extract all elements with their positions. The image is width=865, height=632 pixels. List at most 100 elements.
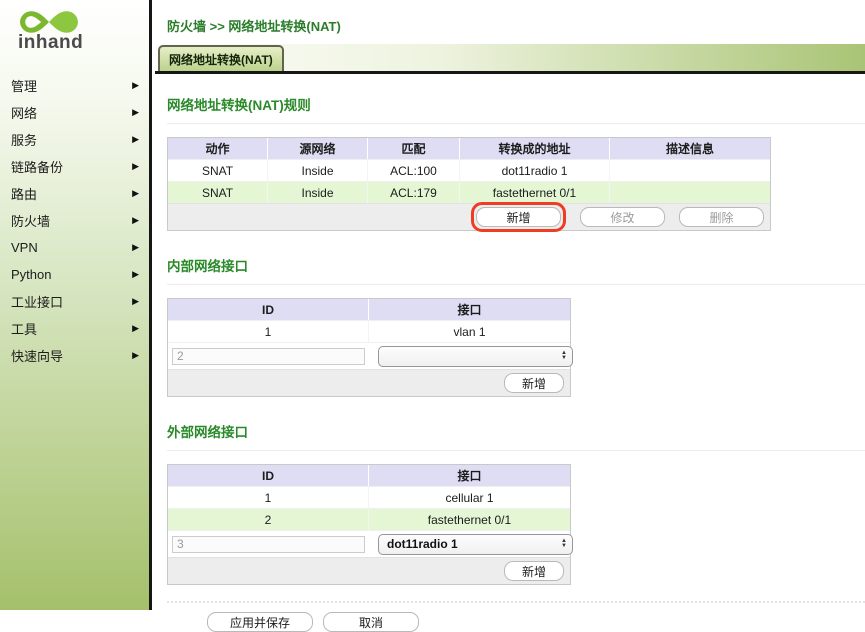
footer-actions: 应用并保存 取消: [167, 603, 865, 632]
col-header-source-network: 源网络: [268, 138, 368, 159]
external-actions-row: 新增: [168, 557, 570, 584]
cell-match: ACL:100: [368, 160, 460, 181]
cancel-button[interactable]: 取消: [323, 612, 419, 632]
cell-interface: fastethernet 0/1: [369, 509, 570, 530]
table-header-row: ID 接口: [168, 465, 570, 486]
apply-save-button[interactable]: 应用并保存: [207, 612, 313, 632]
cell-id: 1: [168, 487, 369, 508]
content-panel: 网络地址转换(NAT)规则 动作 源网络 匹配 转换成的地址 描述信息 SNAT…: [155, 74, 865, 632]
sidebar-item-label: 防火墙: [11, 211, 50, 230]
sidebar-item-label: Python: [11, 267, 51, 282]
sidebar-item-label: 路由: [11, 184, 37, 203]
table-header-row: 动作 源网络 匹配 转换成的地址 描述信息: [168, 138, 770, 159]
cell-translated: fastethernet 0/1: [460, 182, 610, 203]
col-header-id: ID: [168, 299, 369, 320]
sidebar-item-label: 工具: [11, 319, 37, 338]
cell-description: [610, 182, 770, 203]
cell-id: 2: [168, 509, 369, 530]
sidebar-item-network[interactable]: 网络 ▶: [0, 99, 149, 126]
tab-strip: 网络地址转换(NAT): [155, 44, 865, 74]
add-button-highlight-annotation: 新增: [471, 202, 566, 232]
external-add-button[interactable]: 新增: [504, 561, 564, 581]
sidebar-item-link-backup[interactable]: 链路备份 ▶: [0, 153, 149, 180]
chevron-right-icon: ▶: [132, 188, 139, 199]
sidebar-item-label: VPN: [11, 240, 38, 255]
col-header-translated-address: 转换成的地址: [460, 138, 610, 159]
table-row[interactable]: 1 cellular 1: [168, 486, 570, 508]
col-header-interface: 接口: [369, 465, 570, 486]
tab-nat[interactable]: 网络地址转换(NAT): [158, 45, 284, 71]
inhand-logo: inhand: [0, 0, 120, 54]
sidebar: inhand 管理 ▶ 网络 ▶ 服务 ▶ 链路备份 ▶ 路由 ▶ 防火墙 ▶ …: [0, 0, 152, 610]
sidebar-item-vpn[interactable]: VPN ▶: [0, 234, 149, 261]
table-row[interactable]: 1 vlan 1: [168, 320, 570, 342]
sidebar-item-label: 工业接口: [11, 292, 63, 311]
select-value: dot11radio 1: [387, 537, 458, 551]
internal-interfaces-table: ID 接口 1 vlan 1 ▲▼: [167, 298, 571, 397]
internal-add-button[interactable]: 新增: [504, 373, 564, 393]
external-new-entry-row: dot11radio 1 ▲▼: [168, 530, 570, 557]
col-header-interface: 接口: [369, 299, 570, 320]
cell-translated: dot11radio 1: [460, 160, 610, 181]
col-header-action: 动作: [168, 138, 268, 159]
select-stepper-icon: ▲▼: [561, 539, 567, 549]
table-header-row: ID 接口: [168, 299, 570, 320]
nat-add-button[interactable]: 新增: [476, 207, 561, 227]
nat-modify-button[interactable]: 修改: [580, 207, 665, 227]
sidebar-item-firewall[interactable]: 防火墙 ▶: [0, 207, 149, 234]
internal-id-input[interactable]: [172, 348, 365, 365]
sidebar-item-label: 链路备份: [11, 157, 63, 176]
sidebar-item-services[interactable]: 服务 ▶: [0, 126, 149, 153]
nat-actions-row: 新增 修改 删除: [168, 203, 770, 230]
nat-rules-table: 动作 源网络 匹配 转换成的地址 描述信息 SNAT Inside ACL:10…: [167, 137, 771, 231]
sidebar-item-label: 快速向导: [11, 346, 63, 365]
brand-name: inhand: [18, 32, 120, 54]
external-interfaces-title: 外部网络接口: [167, 421, 865, 451]
sidebar-menu: 管理 ▶ 网络 ▶ 服务 ▶ 链路备份 ▶ 路由 ▶ 防火墙 ▶ VPN ▶ P…: [0, 72, 149, 369]
sidebar-item-python[interactable]: Python ▶: [0, 261, 149, 288]
cell-source: Inside: [268, 160, 368, 181]
internal-actions-row: 新增: [168, 369, 570, 396]
sidebar-item-routing[interactable]: 路由 ▶: [0, 180, 149, 207]
cell-interface: cellular 1: [369, 487, 570, 508]
sidebar-item-label: 网络: [11, 103, 37, 122]
chevron-right-icon: ▶: [132, 134, 139, 145]
nat-delete-button[interactable]: 删除: [679, 207, 764, 227]
select-stepper-icon: ▲▼: [561, 351, 567, 361]
sidebar-item-industrial-interface[interactable]: 工业接口 ▶: [0, 288, 149, 315]
cell-source: Inside: [268, 182, 368, 203]
cell-interface: vlan 1: [369, 321, 570, 342]
chevron-right-icon: ▶: [132, 161, 139, 172]
sidebar-item-management[interactable]: 管理 ▶: [0, 72, 149, 99]
table-row[interactable]: 2 fastethernet 0/1: [168, 508, 570, 530]
breadcrumb: 防火墙 >> 网络地址转换(NAT): [155, 0, 865, 35]
chevron-right-icon: ▶: [132, 242, 139, 253]
internal-interfaces-title: 内部网络接口: [167, 255, 865, 285]
cell-action: SNAT: [168, 182, 268, 203]
external-id-input[interactable]: [172, 536, 365, 553]
sidebar-item-quick-wizard[interactable]: 快速向导 ▶: [0, 342, 149, 369]
chevron-right-icon: ▶: [132, 296, 139, 307]
chevron-right-icon: ▶: [132, 215, 139, 226]
col-header-description: 描述信息: [610, 138, 770, 159]
external-interfaces-table: ID 接口 1 cellular 1 2 fastethernet 0/1 do…: [167, 464, 571, 585]
col-header-id: ID: [168, 465, 369, 486]
chevron-right-icon: ▶: [132, 269, 139, 280]
chevron-right-icon: ▶: [132, 323, 139, 334]
main-area: 防火墙 >> 网络地址转换(NAT) 网络地址转换(NAT) 网络地址转换(NA…: [155, 0, 865, 610]
table-row[interactable]: SNAT Inside ACL:179 fastethernet 0/1: [168, 181, 770, 203]
col-header-match: 匹配: [368, 138, 460, 159]
nat-rules-title: 网络地址转换(NAT)规则: [167, 94, 865, 124]
chevron-right-icon: ▶: [132, 80, 139, 91]
chevron-right-icon: ▶: [132, 107, 139, 118]
internal-interface-select[interactable]: ▲▼: [378, 346, 573, 367]
chevron-right-icon: ▶: [132, 350, 139, 361]
sidebar-item-tools[interactable]: 工具 ▶: [0, 315, 149, 342]
external-interface-select[interactable]: dot11radio 1 ▲▼: [378, 534, 573, 555]
cell-match: ACL:179: [368, 182, 460, 203]
cell-action: SNAT: [168, 160, 268, 181]
table-row[interactable]: SNAT Inside ACL:100 dot11radio 1: [168, 159, 770, 181]
cell-description: [610, 160, 770, 181]
internal-new-entry-row: ▲▼: [168, 342, 570, 369]
sidebar-item-label: 管理: [11, 76, 37, 95]
